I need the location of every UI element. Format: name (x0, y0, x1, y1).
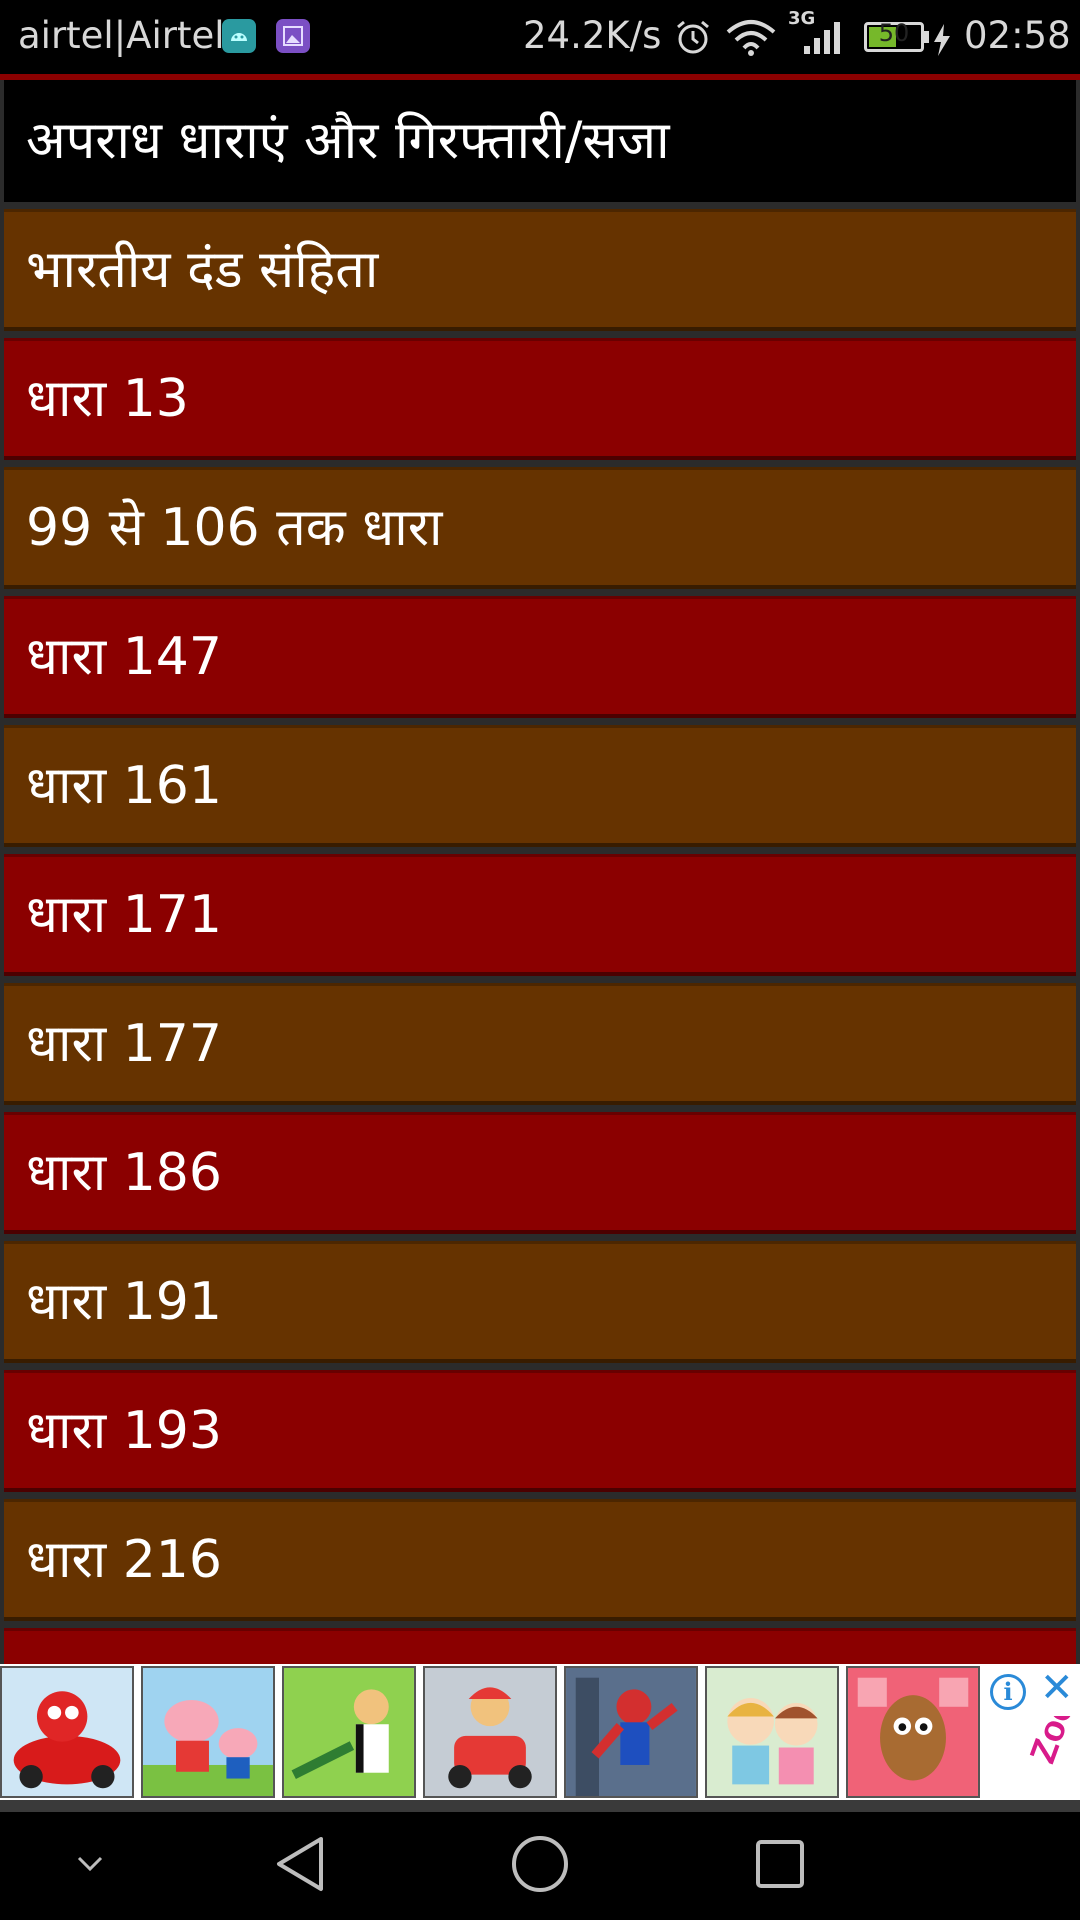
battery-level: 50 (878, 19, 910, 47)
signal-icon (802, 20, 846, 65)
gallery-notification-icon (276, 19, 310, 53)
list-item-section-99-106[interactable]: 99 से 106 तक धारा (4, 467, 1076, 589)
ad-banner[interactable]: i ✕ Zoo (0, 1664, 1080, 1800)
list-item-section-13[interactable]: धारा 13 (4, 338, 1076, 460)
list-item-partial[interactable] (4, 1628, 1076, 1664)
list-item-ipc[interactable]: भारतीय दंड संहिता (4, 209, 1076, 331)
peppa-pig-thumbnail[interactable] (141, 1666, 275, 1798)
ad-info-icon[interactable]: i (990, 1674, 1026, 1710)
home-button[interactable] (490, 1812, 590, 1920)
ad-divider (0, 1800, 1080, 1812)
ben10-thumbnail[interactable] (282, 1666, 416, 1798)
list-item-section-147[interactable]: धारा 147 (4, 596, 1076, 718)
alarm-icon (674, 18, 712, 65)
battery-tip (924, 31, 929, 43)
carrier-name: airtel|Airtel (18, 14, 225, 57)
navigation-bar (0, 1812, 1080, 1920)
list-header: अपराध धाराएं और गिरफ्तारी/सजा (4, 80, 1076, 202)
back-triangle-icon (273, 1835, 327, 1897)
clock: 02:58 (964, 14, 1071, 57)
list-item-section-186[interactable]: धारा 186 (4, 1112, 1076, 1234)
hide-keyboard-button[interactable] (50, 1812, 130, 1920)
list-item-section-193[interactable]: धारा 193 (4, 1370, 1076, 1492)
list-item-section-216[interactable]: धारा 216 (4, 1499, 1076, 1621)
red-car-game-thumbnail[interactable] (0, 1666, 134, 1798)
wifi-icon (724, 18, 778, 65)
home-circle-icon (510, 1834, 570, 1898)
list-item-section-161[interactable]: धारा 161 (4, 725, 1076, 847)
ad-logo[interactable]: Zoo (1000, 1692, 1080, 1798)
battery-icon: 50 (864, 19, 924, 52)
spiderman-thumbnail[interactable] (564, 1666, 698, 1798)
list-item-section-177[interactable]: धारा 177 (4, 983, 1076, 1105)
ad-close-icon[interactable]: ✕ (1040, 1668, 1074, 1708)
potato-character-thumbnail[interactable] (846, 1666, 980, 1798)
charging-icon (932, 22, 952, 65)
recents-square-icon (754, 1838, 806, 1894)
net-speed: 24.2K/s (523, 14, 662, 57)
mario-kart-thumbnail[interactable] (423, 1666, 557, 1798)
back-button[interactable] (250, 1812, 350, 1920)
chevron-down-icon (75, 1854, 105, 1878)
android-notification-icon (222, 19, 256, 53)
status-bar: airtel|Airtel 24.2K/s 3G 50 02:58 (0, 0, 1080, 74)
recents-button[interactable] (730, 1812, 830, 1920)
list-item-section-171[interactable]: धारा 171 (4, 854, 1076, 976)
baby-hazel-thumbnail[interactable] (705, 1666, 839, 1798)
section-list: अपराध धाराएं और गिरफ्तारी/सजा भारतीय दंड… (0, 74, 1080, 1664)
list-item-section-191[interactable]: धारा 191 (4, 1241, 1076, 1363)
